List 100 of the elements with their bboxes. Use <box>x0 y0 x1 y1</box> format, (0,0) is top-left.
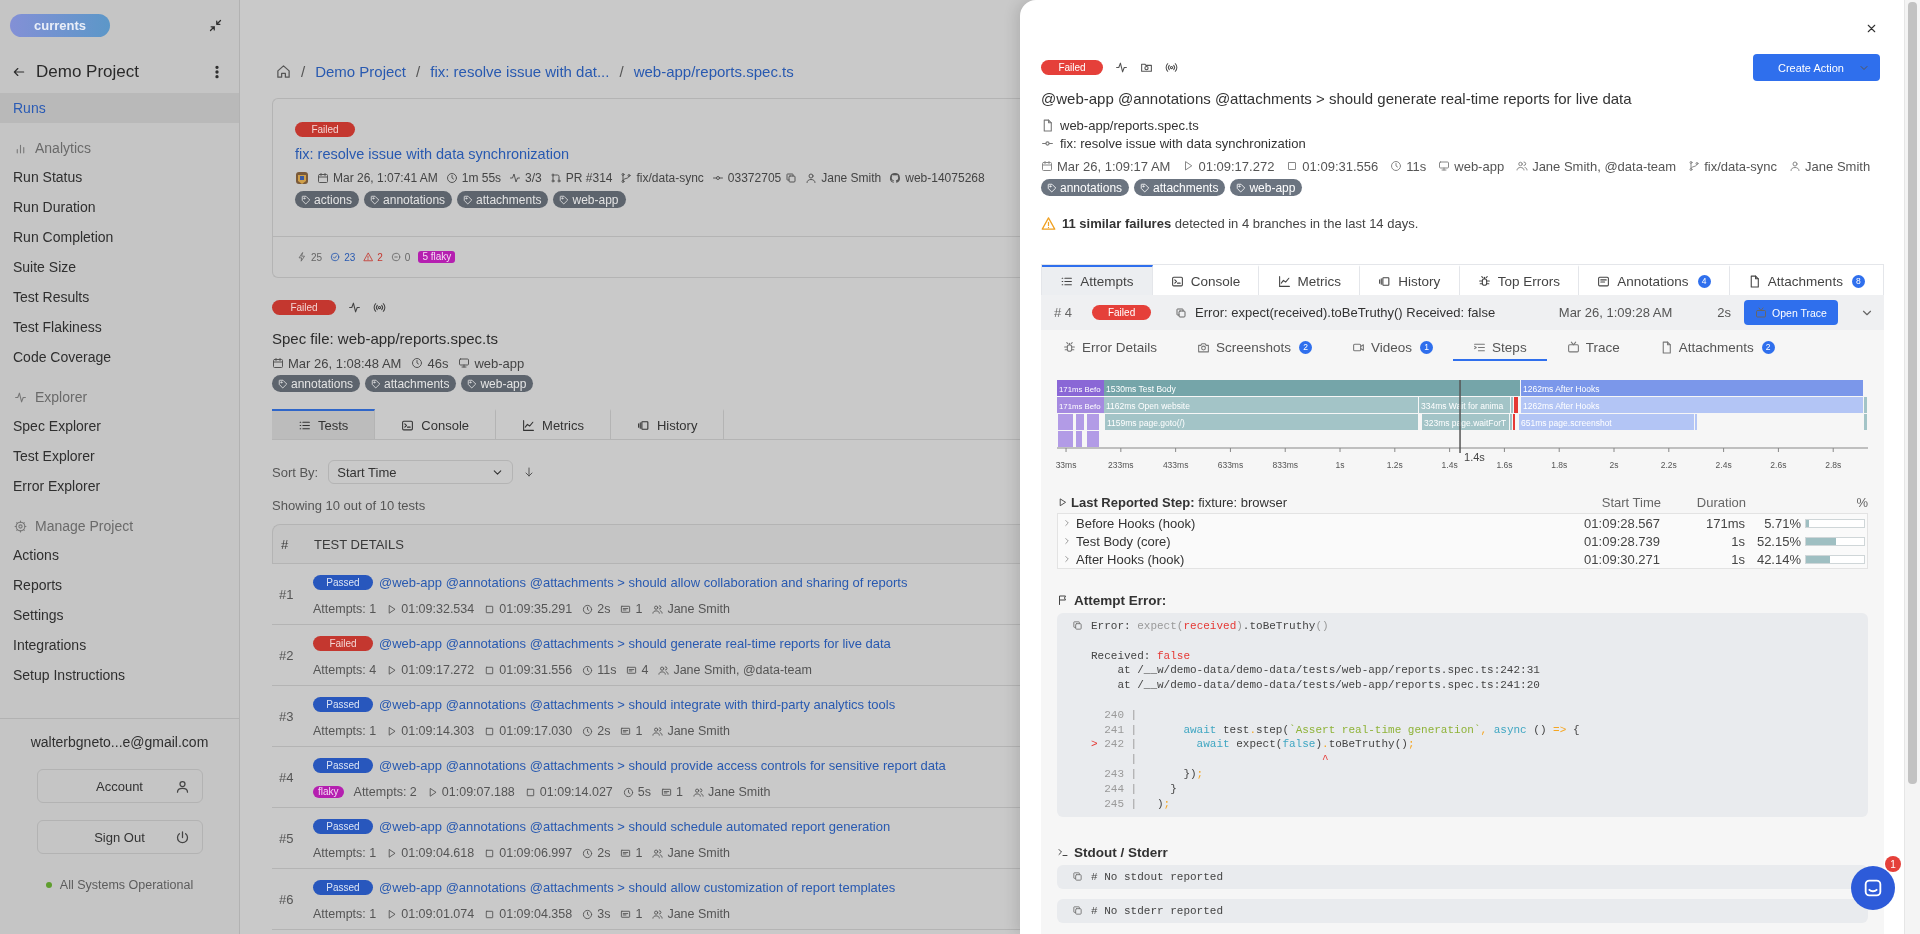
nav-item[interactable]: Test Results <box>0 282 239 312</box>
broadcast-icon[interactable] <box>1165 61 1178 74</box>
comment-icon <box>620 725 632 737</box>
nav-item[interactable]: Run Completion <box>0 222 239 252</box>
tab[interactable]: Screenshots 2 <box>1177 335 1333 361</box>
bar-label: 1162ms Open website <box>1106 400 1190 411</box>
flaky-badge: 5 flaky <box>418 251 456 264</box>
copy-icon[interactable] <box>1072 871 1083 883</box>
tab[interactable]: Steps <box>1453 335 1547 361</box>
meta-text: Jane Smith <box>667 602 730 616</box>
tick-label: 633ms <box>1217 460 1244 470</box>
sort-select[interactable]: Start Time <box>328 460 514 484</box>
tag-icon <box>1140 182 1151 193</box>
breadcrumb-link[interactable]: web-app/reports.spec.ts <box>633 62 794 80</box>
meta-text: 01:09:06.997 <box>499 846 573 860</box>
meta-text: web-app <box>1454 158 1505 174</box>
user-icon <box>805 172 818 184</box>
test-title-link[interactable]: @web-app @annotations @attachments > should generate real-time reports for live data <box>379 635 891 651</box>
row-number: #2 <box>278 646 295 665</box>
square-icon <box>1286 160 1299 172</box>
collapse-icon[interactable] <box>208 18 223 33</box>
column-header: Duration <box>1695 494 1746 510</box>
account-button[interactable]: Account <box>36 769 203 803</box>
meta-text: Jane Smith <box>667 907 730 921</box>
meta-text: 3/3 <box>525 171 542 185</box>
code-line: }); <box>1182 766 1204 782</box>
tab[interactable]: Console <box>375 409 497 439</box>
meta-text: Jane Smith <box>667 846 730 860</box>
tab[interactable]: Tests <box>272 409 376 439</box>
play-icon <box>386 847 398 859</box>
tab[interactable]: Metrics <box>496 409 611 439</box>
meta-text: 01:09:31.556 <box>499 663 573 677</box>
clock-icon <box>445 172 458 184</box>
terminal-prompt-icon <box>1057 846 1069 859</box>
row-number: #6 <box>278 890 295 909</box>
nav-item[interactable]: Test Explorer <box>0 441 239 471</box>
meta-text: 01:09:35.291 <box>499 602 573 616</box>
copy-icon[interactable] <box>1072 905 1083 917</box>
meta-text: fix/data-sync <box>636 171 704 185</box>
nav-item[interactable]: Reports <box>0 570 239 600</box>
nav-item[interactable]: Test Flakiness <box>0 312 239 342</box>
status-badge: Failed <box>295 122 355 137</box>
meta-text: fix/data-sync <box>1704 158 1778 174</box>
tab[interactable]: History <box>610 409 725 439</box>
meta-text: 2s <box>597 846 611 860</box>
tab[interactable]: Videos 1 <box>1332 335 1454 361</box>
broadcast-icon[interactable] <box>373 301 386 314</box>
meta-text: Jane Smith <box>821 171 882 185</box>
meta-text: 4 <box>641 663 649 677</box>
home-icon[interactable] <box>276 63 291 79</box>
folder-icon[interactable] <box>1140 61 1153 74</box>
code-line: await expect(false).toBeTruthy(); <box>1195 737 1415 753</box>
nav-item[interactable]: Actions <box>0 540 239 570</box>
test-title-link[interactable]: @web-app @annotations @attachments > should schedule automated report generation <box>379 818 891 834</box>
nav-item[interactable]: Code Coverage <box>0 342 239 372</box>
open-trace-button[interactable]: Open Trace <box>1744 300 1838 325</box>
activity-icon[interactable] <box>348 301 361 314</box>
breadcrumb-link[interactable]: fix: resolve issue with dat... <box>430 62 610 80</box>
tag-label: web-app <box>480 376 527 391</box>
nav-item[interactable]: Settings <box>0 600 239 630</box>
breadcrumb-link[interactable]: Demo Project <box>315 62 407 80</box>
stat-count: 23 <box>344 251 356 263</box>
nav-item[interactable]: Error Explorer <box>0 471 239 501</box>
meta-text: Attempts: 1 <box>313 907 377 921</box>
activity-icon[interactable] <box>1115 61 1128 74</box>
test-title-link[interactable]: @web-app @annotations @attachments > should integrate with third-party analytics tools <box>379 696 896 712</box>
users-icon <box>652 908 664 920</box>
users-icon <box>692 786 704 798</box>
tab[interactable]: Attachments 2 <box>1639 335 1795 361</box>
stat-count: 25 <box>311 251 323 263</box>
tick-label: 833ms <box>1272 460 1298 470</box>
sign-out-button[interactable]: Sign Out <box>36 820 203 854</box>
flag-icon <box>1057 594 1069 606</box>
back-arrow-icon[interactable] <box>12 65 26 79</box>
create-action-button[interactable]: Create Action <box>1753 54 1880 81</box>
square-icon <box>484 908 496 920</box>
copy-icon[interactable] <box>785 172 798 184</box>
copy-icon[interactable] <box>1175 306 1188 319</box>
nav-item[interactable]: Integrations <box>0 630 239 660</box>
triangle-right-icon[interactable] <box>1057 496 1068 508</box>
copy-icon[interactable] <box>1072 620 1083 631</box>
tag-label: annotations <box>1060 180 1123 195</box>
tab[interactable]: Error Details <box>1043 335 1177 361</box>
nav-item[interactable]: Spec Explorer <box>0 411 239 441</box>
tab[interactable]: Trace <box>1546 335 1640 361</box>
tab[interactable]: Attempts <box>1042 265 1153 295</box>
meta-text: 01:09:17.272 <box>1198 158 1275 174</box>
test-title-link[interactable]: @web-app @annotations @attachments > should provide access controls for sensitive report data <box>379 757 946 773</box>
nav-item[interactable]: Suite Size <box>0 252 239 282</box>
run-title-link[interactable]: fix: resolve issue with data synchronization <box>295 144 1020 164</box>
test-title-link[interactable]: @web-app @annotations @attachments > should allow collaboration and sharing of reports <box>379 574 908 590</box>
line-number: 244 | <box>1104 781 1138 797</box>
tag-icon <box>301 194 311 205</box>
nav-item[interactable]: Run Status <box>0 162 239 192</box>
nav-item[interactable]: Run Duration <box>0 192 239 222</box>
history-icon <box>636 418 650 432</box>
nav-item[interactable]: Setup Instructions <box>0 660 239 690</box>
test-title-link[interactable]: @web-app @annotations @attachments > should allow customization of report templates <box>379 879 896 895</box>
meta-text: Attempts: 1 <box>313 724 377 738</box>
scrollbar-thumb[interactable] <box>1908 2 1917 784</box>
